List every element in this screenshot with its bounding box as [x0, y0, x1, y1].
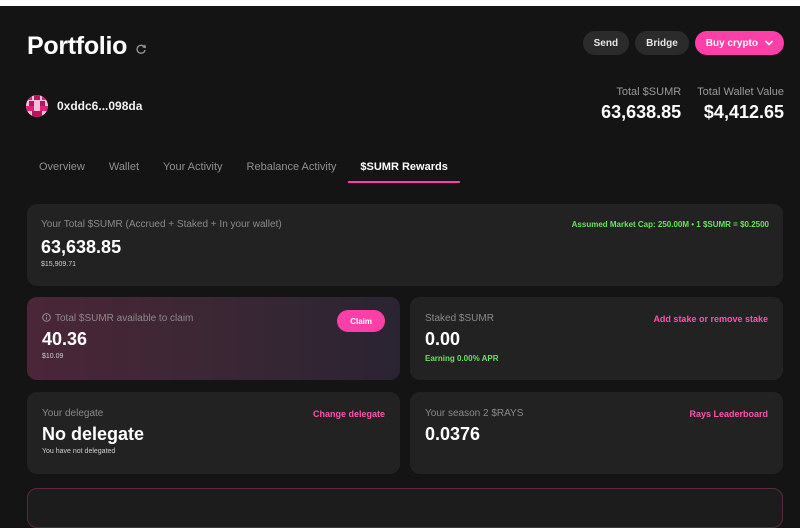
bottom-card	[27, 488, 783, 528]
header-actions: Send Bridge Buy crypto	[582, 31, 784, 55]
stat-label: Total $SUMR	[616, 86, 682, 98]
rays-value: 0.0376	[425, 424, 481, 444]
buy-crypto-button[interactable]: Buy crypto	[694, 31, 784, 55]
wallet-avatar	[26, 95, 48, 117]
claim-card: Total $SUMR available to claim 40.36 $10…	[27, 297, 400, 380]
claim-usd: $10.09	[42, 353, 64, 360]
stat-value: 63,638.85	[601, 102, 682, 122]
stat-wallet-value: Total Wallet Value $4,412.65	[697, 86, 784, 123]
market-cap-info: Assumed Market Cap: 250.00M • 1 $SUMR = …	[571, 220, 769, 229]
total-sumr-label: Your Total $SUMR (Accrued + Staked + In …	[41, 219, 282, 230]
rays-label: Your season 2 $RAYS	[425, 408, 524, 419]
portfolio-tabs: Overview Wallet Your Activity Rebalance …	[27, 158, 461, 183]
tab-wallet[interactable]: Wallet	[97, 158, 151, 183]
total-sumr-usd: $15,909.71	[41, 261, 77, 268]
delegate-card: Your delegate No delegate You have not d…	[27, 392, 400, 474]
claim-label: Total $SUMR available to claim	[55, 313, 194, 324]
wallet-address[interactable]: 0xddc6...098da	[57, 99, 142, 113]
chevron-down-icon	[765, 40, 773, 46]
bridge-button[interactable]: Bridge	[635, 31, 689, 55]
send-button[interactable]: Send	[582, 31, 630, 55]
tab-sumr-rewards[interactable]: $SUMR Rewards	[348, 158, 461, 183]
tab-rebalance-activity[interactable]: Rebalance Activity	[235, 158, 349, 183]
rays-card: Your season 2 $RAYS 0.0376 Rays Leaderbo…	[410, 392, 783, 474]
refresh-icon[interactable]	[135, 43, 147, 55]
add-remove-stake-link[interactable]: Add stake or remove stake	[653, 314, 768, 324]
page-title: Portfolio	[27, 32, 128, 60]
claim-value: 40.36	[42, 329, 88, 349]
stat-total-sumr: Total $SUMR 63,638.85	[601, 86, 681, 123]
tab-overview[interactable]: Overview	[27, 158, 97, 183]
info-icon	[42, 313, 51, 322]
staked-label: Staked $SUMR	[425, 313, 494, 324]
staked-card: Staked $SUMR 0.00 Earning 0.00% APR Add …	[410, 297, 783, 380]
claim-button[interactable]: Claim	[337, 310, 385, 332]
header-stats: Total $SUMR 63,638.85 Total Wallet Value…	[601, 86, 784, 123]
delegate-label: Your delegate	[42, 408, 104, 419]
delegate-sub: You have not delegated	[42, 448, 116, 455]
total-sumr-card: Your Total $SUMR (Accrued + Staked + In …	[27, 204, 783, 286]
staked-apr: Earning 0.00% APR	[425, 354, 499, 363]
rays-leaderboard-link[interactable]: Rays Leaderboard	[689, 409, 768, 419]
change-delegate-link[interactable]: Change delegate	[313, 409, 385, 419]
title-row: Portfolio	[27, 32, 147, 61]
stat-label: Total Wallet Value	[697, 86, 784, 98]
tab-your-activity[interactable]: Your Activity	[151, 158, 235, 183]
buy-crypto-label: Buy crypto	[705, 37, 758, 49]
total-sumr-value: 63,638.85	[41, 237, 122, 257]
staked-value: 0.00	[425, 329, 461, 349]
portfolio-page: Portfolio Send Bridge Buy crypto 0xddc6.…	[0, 6, 800, 528]
claim-label-row: Total $SUMR available to claim	[42, 313, 193, 324]
delegate-value: No delegate	[42, 424, 145, 444]
stat-value: $4,412.65	[703, 102, 784, 122]
wallet-row: 0xddc6...098da	[26, 95, 142, 117]
